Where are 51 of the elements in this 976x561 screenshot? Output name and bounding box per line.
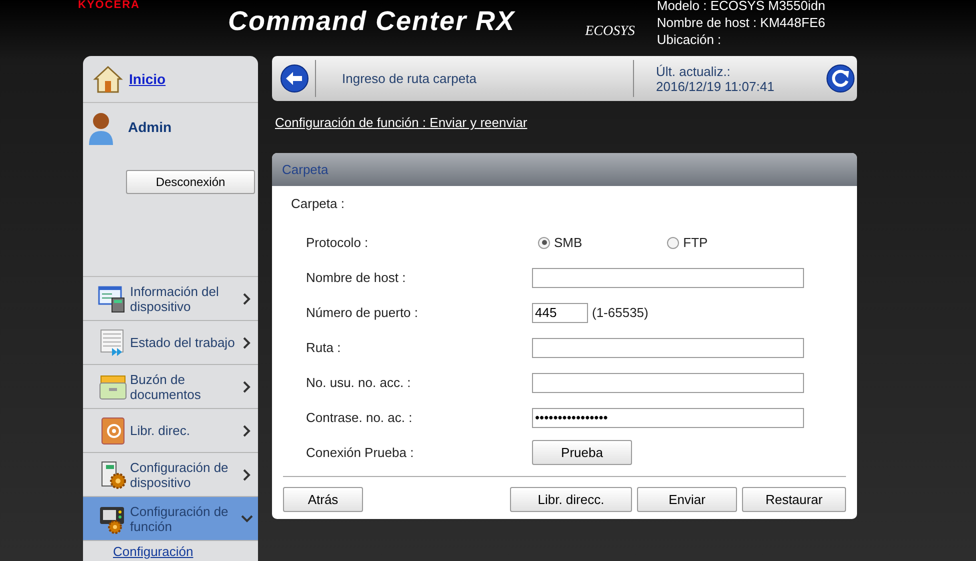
sidebar-item[interactable]: Buzón de documentos bbox=[83, 365, 258, 409]
product-title: Command Center RX bbox=[228, 6, 516, 37]
field-label: Nombre de host : bbox=[306, 270, 406, 285]
breadcrumb-link[interactable]: Configuración de función : Enviar y reenviar bbox=[275, 115, 528, 130]
field-label: No. usu. no. acc. : bbox=[306, 375, 411, 390]
test-button[interactable]: Prueba bbox=[532, 440, 632, 465]
device-info-text: Ubicación : bbox=[656, 31, 722, 48]
radio-label: FTP bbox=[683, 235, 708, 250]
device-info-text: Modelo : ECOSYS M3550idn bbox=[656, 0, 826, 14]
submenu-link[interactable]: Configuración bbox=[83, 541, 258, 559]
input-field[interactable] bbox=[532, 268, 804, 288]
action-button[interactable]: Restaurar bbox=[742, 487, 846, 512]
sidebar-item[interactable]: Información del dispositivo bbox=[83, 277, 258, 321]
sidebar-item[interactable]: Estado del trabajo bbox=[83, 321, 258, 365]
user-avatar-icon bbox=[88, 111, 114, 145]
device-info-text: Nombre de host : KM448FE6 bbox=[656, 14, 826, 31]
back-button[interactable]: Atrás bbox=[283, 487, 363, 512]
refresh-icon[interactable] bbox=[826, 64, 855, 93]
sidebar-item-label: Libr. direc. bbox=[130, 423, 191, 438]
action-button[interactable]: Libr. direcc. bbox=[510, 487, 632, 512]
field-label: Ruta : bbox=[306, 340, 341, 355]
field-label: Protocolo : bbox=[306, 235, 368, 250]
last-updated-time: 2016/12/19 11:07:41 bbox=[656, 78, 776, 94]
series-logo: ECOSYS bbox=[585, 24, 635, 40]
radio-button[interactable] bbox=[667, 236, 680, 248]
sidebar-item-label: Configuración de dispositivo bbox=[130, 460, 230, 490]
brand-logo: KYOCERA bbox=[78, 0, 140, 11]
sidebar-item-label: Estado del trabajo bbox=[130, 335, 236, 350]
page-title: Ingreso de ruta carpeta bbox=[341, 71, 478, 86]
action-button[interactable]: Enviar bbox=[637, 487, 737, 512]
field-label: Contrase. no. ac. : bbox=[306, 410, 412, 425]
user-name: Admin bbox=[128, 119, 172, 137]
field-label: Número de puerto : bbox=[306, 305, 418, 320]
port-field[interactable]: 445 bbox=[532, 302, 588, 322]
last-updated-label: Últ. actualiz.: bbox=[656, 64, 732, 78]
input-field[interactable] bbox=[532, 338, 804, 358]
field-label: Conexión Prueba : bbox=[306, 445, 414, 460]
radio-button[interactable] bbox=[538, 236, 550, 248]
panel-title: Carpeta bbox=[282, 162, 328, 177]
sidebar-item-label: Configuración de función bbox=[130, 504, 230, 534]
logout-button[interactable]: Desconexión bbox=[126, 170, 255, 194]
sidebar-item-label: Buzón de documentos bbox=[130, 372, 202, 402]
input-field[interactable] bbox=[532, 372, 804, 392]
house-icon bbox=[93, 64, 123, 94]
home-link[interactable]: Inicio bbox=[129, 71, 166, 87]
sidebar-item[interactable]: Libr. direc. bbox=[83, 409, 258, 453]
input-field[interactable]: •••••••••••••••• bbox=[532, 408, 804, 428]
sidebar-item-label: Información del dispositivo bbox=[130, 284, 220, 314]
section-label: Carpeta : bbox=[290, 195, 344, 211]
radio-label: SMB bbox=[554, 235, 582, 250]
range-hint: (1-65535) bbox=[592, 305, 648, 320]
